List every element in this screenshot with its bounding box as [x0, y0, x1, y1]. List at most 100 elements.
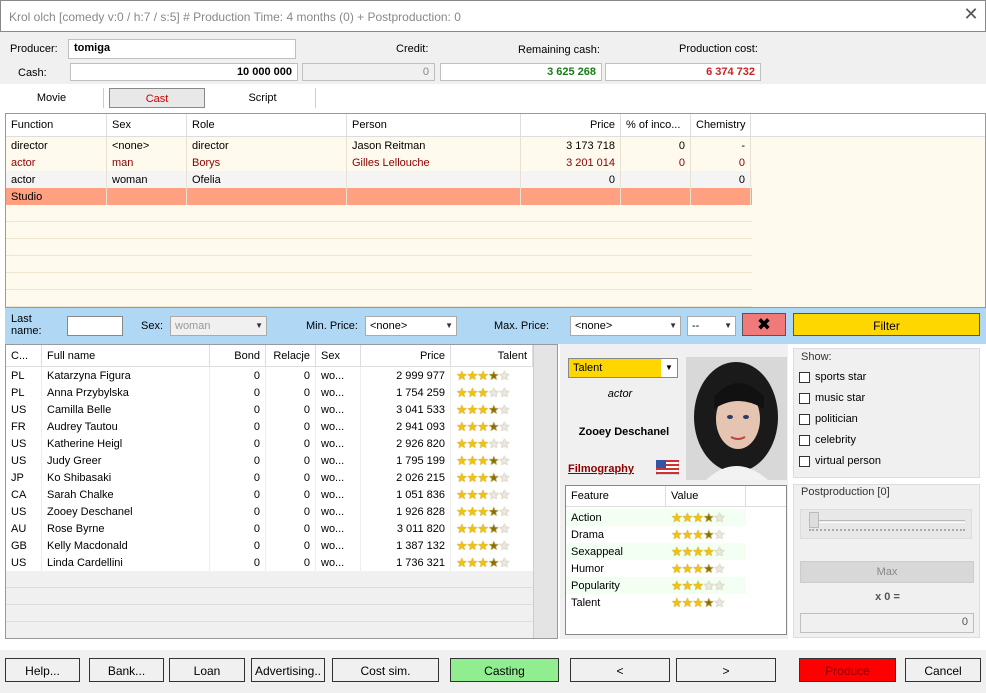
checkbox-icon[interactable]	[799, 455, 810, 467]
actor-row[interactable]: CA Sarah Chalke 0 0 wo... 1 051 836 ★★★★★	[6, 486, 533, 503]
filmography-link[interactable]: Filmography	[568, 463, 634, 475]
col-relacje[interactable]: Relacje	[266, 345, 316, 368]
col-bond[interactable]: Bond	[210, 345, 266, 368]
tab-cast[interactable]: Cast	[109, 88, 205, 108]
advertising-button[interactable]: Advertising..	[251, 658, 325, 682]
cast-row-empty	[6, 273, 752, 290]
filter-button[interactable]: Filter	[793, 313, 980, 336]
tab-movie[interactable]: Movie	[0, 88, 104, 108]
actor-cell-country: PL	[6, 384, 42, 401]
tab-bar: Movie Cast Script	[0, 84, 986, 112]
show-option-celebrity[interactable]: celebrity	[799, 434, 856, 446]
max-button[interactable]: Max	[800, 561, 974, 583]
cast-row[interactable]: director <none> director Jason Reitman 3 173…	[6, 137, 752, 154]
credit-field[interactable]: 0	[302, 63, 435, 81]
col-price[interactable]: Price	[521, 114, 621, 137]
actor-row[interactable]: PL Anna Przybylska 0 0 wo... 1 754 259 ★★★★★	[6, 384, 533, 401]
actor-cell-name: Katarzyna Figura	[42, 367, 210, 384]
next-button[interactable]: >	[676, 658, 776, 682]
help-button[interactable]: Help...	[5, 658, 80, 682]
cancel-button[interactable]: Cancel	[905, 658, 981, 682]
slider-handle[interactable]	[809, 512, 819, 528]
min-price-select[interactable]: <none> ▼	[365, 316, 457, 336]
show-option-sports-star[interactable]: sports star	[799, 371, 866, 383]
actor-cell-name: Audrey Tautou	[42, 418, 210, 435]
actor-row[interactable]: FR Audrey Tautou 0 0 wo... 2 941 093 ★★★★★	[6, 418, 533, 435]
talent-stars: ★★★★★	[456, 385, 510, 400]
actor-cell-rel: 0	[266, 435, 316, 452]
actor-cell-country: PL	[6, 367, 42, 384]
cast-row[interactable]: actor man Borys Gilles Lellouche 3 201 014 0 0	[6, 154, 752, 171]
postproduction-total[interactable]: 0	[800, 613, 974, 633]
tab-script[interactable]: Script	[210, 88, 316, 108]
col-value[interactable]: Value	[666, 486, 746, 507]
col-feature[interactable]: Feature	[566, 486, 666, 507]
casting-button[interactable]: Casting	[450, 658, 559, 682]
actor-row[interactable]: US Linda Cardellini 0 0 wo... 1 736 321 ★★★★★	[6, 554, 533, 571]
col-sex[interactable]: Sex	[316, 345, 361, 368]
sort-select[interactable]: Talent ▼	[568, 358, 678, 378]
postproduction-slider[interactable]	[800, 509, 972, 539]
actor-cell-country: AU	[6, 520, 42, 537]
actor-cell-price: 3 011 820	[361, 520, 451, 537]
actor-row[interactable]: US Camilla Belle 0 0 wo... 3 041 533 ★★★★★	[6, 401, 533, 418]
actor-row[interactable]: AU Rose Byrne 0 0 wo... 3 011 820 ★★★★★	[6, 520, 533, 537]
cost-sim-button[interactable]: Cost sim.	[332, 658, 439, 682]
actor-cell-price: 2 999 977	[361, 367, 451, 384]
actor-row[interactable]: GB Kelly Macdonald 0 0 wo... 1 387 132 ★★★★★	[6, 537, 533, 554]
show-option-music-star[interactable]: music star	[799, 392, 865, 404]
col-role[interactable]: Role	[187, 114, 347, 137]
last-name-input[interactable]	[67, 316, 123, 336]
feature-name: Talent	[571, 597, 601, 609]
actor-list-scrollbar[interactable]	[533, 345, 557, 638]
cast-row[interactable]: Studio	[6, 188, 752, 205]
feature-table: Feature Value Action ★★★★★ Drama ★★★★★ Sexap…	[565, 485, 787, 635]
sex-filter-select[interactable]: woman ▼	[170, 316, 267, 336]
checkbox-icon[interactable]	[799, 371, 810, 383]
credit-label: Credit:	[396, 43, 429, 55]
show-option-virtual-person[interactable]: virtual person	[799, 455, 881, 467]
slider-ticks	[809, 529, 965, 532]
producer-field[interactable]: tomiga	[68, 39, 296, 59]
max-price-select[interactable]: <none> ▼	[570, 316, 681, 336]
cast-cell-chem	[691, 188, 751, 205]
actor-list: C... Full name Bond Relacje Sex Price Ta…	[5, 344, 558, 639]
actor-row[interactable]: US Judy Greer 0 0 wo... 1 795 199 ★★★★★	[6, 452, 533, 469]
show-option-politician[interactable]: politician	[799, 413, 858, 425]
cast-cell-function: actor	[6, 171, 107, 188]
loan-button[interactable]: Loan	[169, 658, 245, 682]
last-name-label: Last name:	[11, 313, 42, 337]
col-talent[interactable]: Talent	[451, 345, 533, 368]
col-person[interactable]: Person	[347, 114, 521, 137]
actor-cell-bond: 0	[210, 418, 266, 435]
checkbox-icon[interactable]	[799, 413, 810, 425]
actor-row[interactable]: US Katherine Heigl 0 0 wo... 2 926 820 ★★★★★	[6, 435, 533, 452]
col-sex[interactable]: Sex	[107, 114, 187, 137]
close-icon[interactable]: ✕	[961, 4, 981, 25]
col-chemistry[interactable]: Chemistry	[691, 114, 751, 137]
actor-row[interactable]: PL Katarzyna Figura 0 0 wo... 2 999 977 ★★★★★	[6, 367, 533, 384]
detail-name: Zooey Deschanel	[578, 426, 670, 438]
price-operator-select[interactable]: -- ▼	[687, 316, 736, 336]
checkbox-icon[interactable]	[799, 434, 810, 446]
actor-row[interactable]: JP Ko Shibasaki 0 0 wo... 2 026 215 ★★★★★	[6, 469, 533, 486]
col-country[interactable]: C...	[6, 345, 42, 368]
feature-name: Popularity	[571, 580, 620, 592]
checkbox-icon[interactable]	[799, 392, 810, 404]
actor-cell-name: Katherine Heigl	[42, 435, 210, 452]
bank-button[interactable]: Bank...	[89, 658, 164, 682]
bottom-button-bar: Help... Bank... Loan Advertising.. Cost …	[0, 650, 986, 693]
col-price[interactable]: Price	[361, 345, 451, 368]
cast-row[interactable]: actor woman Ofelia 0 0	[6, 171, 752, 188]
col-pct-income[interactable]: % of inco...	[621, 114, 691, 137]
actor-cell-rel: 0	[266, 537, 316, 554]
cast-cell-price: 3 201 014	[521, 154, 621, 171]
actor-cell-bond: 0	[210, 537, 266, 554]
actor-detail-panel: Talent ▼ actor Zooey Deschanel Filmograp…	[560, 344, 788, 639]
previous-button[interactable]: <	[570, 658, 670, 682]
produce-button[interactable]: Produce	[799, 658, 896, 682]
clear-filter-button[interactable]: ✖	[742, 313, 786, 336]
col-full-name[interactable]: Full name	[42, 345, 210, 368]
actor-row[interactable]: US Zooey Deschanel 0 0 wo... 1 926 828 ★★★★★	[6, 503, 533, 520]
col-function[interactable]: Function	[6, 114, 107, 137]
